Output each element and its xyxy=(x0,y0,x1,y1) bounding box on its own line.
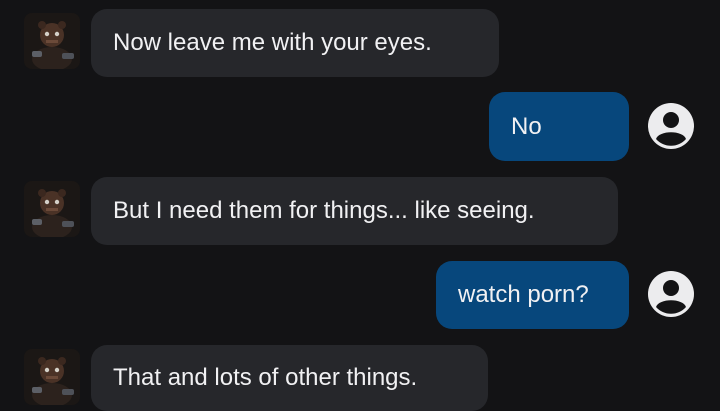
message-text: That and lots of other things. xyxy=(113,364,418,391)
message-text: No xyxy=(511,112,542,140)
character-avatar[interactable] xyxy=(24,13,80,69)
bot-message: But I need them for things... like seein… xyxy=(91,177,618,245)
message-text: But I need them for things... like seein… xyxy=(113,197,535,224)
user-circle-icon xyxy=(648,103,694,149)
bot-message: Now leave me with your eyes. xyxy=(91,9,499,77)
character-avatar-image xyxy=(24,13,80,69)
character-avatar-image xyxy=(24,349,80,405)
user-avatar[interactable] xyxy=(647,102,695,150)
character-avatar[interactable] xyxy=(24,181,80,237)
user-avatar[interactable] xyxy=(647,270,695,318)
bot-message: That and lots of other things. xyxy=(91,345,488,411)
message-text: Now leave me with your eyes. xyxy=(113,29,432,56)
chat-thread: Now leave me with your eyes. No But I ne… xyxy=(0,0,720,411)
user-circle-icon xyxy=(648,271,694,317)
character-avatar[interactable] xyxy=(24,349,80,405)
user-message: No xyxy=(489,92,629,161)
message-text: watch porn? xyxy=(458,281,589,308)
character-avatar-image xyxy=(24,181,80,237)
user-message: watch porn? xyxy=(436,261,629,329)
